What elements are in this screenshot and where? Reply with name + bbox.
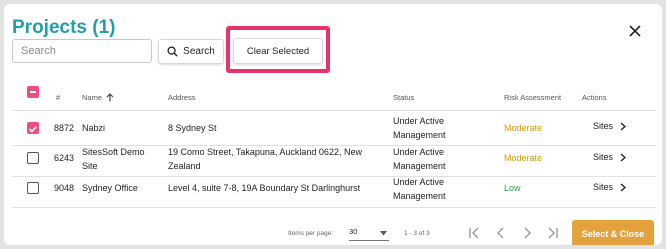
row-name: Sydney Office: [82, 183, 138, 193]
row-status-line: Under Active: [393, 116, 445, 126]
row-risk-badge: Moderate: [504, 153, 543, 163]
next-page-icon[interactable]: [520, 226, 534, 240]
close-icon: [629, 25, 641, 37]
row-risk-badge: Low: [504, 183, 521, 193]
items-per-page-select[interactable]: 30: [349, 227, 389, 241]
row-name-line: SitesSoft Demo: [82, 147, 145, 157]
row-status-line: Management: [393, 191, 446, 201]
row-checkbox[interactable]: [27, 152, 39, 164]
row-status: Under Active Management: [393, 175, 446, 203]
search-button[interactable]: Search: [158, 39, 224, 64]
search-button-label: Search: [183, 46, 215, 57]
row-status-line: Management: [393, 130, 446, 140]
row-sites-link[interactable]: Sites: [593, 182, 627, 192]
row-name: SitesSoft Demo Site: [82, 145, 145, 173]
items-per-page-label: Items per page:: [288, 230, 334, 237]
close-button[interactable]: [624, 20, 646, 42]
header-number: #: [56, 93, 61, 102]
row-address: 19 Como Street, Takapuna, Auckland 0622,…: [168, 145, 362, 173]
row-address: Level 4, suite 7-8, 19A Boundary St Darl…: [168, 183, 361, 193]
row-address-line: Zealand: [168, 161, 201, 171]
row-number: 8872: [54, 123, 75, 133]
row-sites-label: Sites: [593, 182, 614, 192]
search-icon: [167, 46, 178, 57]
select-and-close-button[interactable]: Select & Close: [572, 220, 654, 245]
row-status-line: Management: [393, 161, 446, 171]
row-status: Under Active Management: [393, 145, 446, 173]
chevron-right-icon: [620, 121, 627, 131]
last-page-icon[interactable]: [546, 226, 560, 240]
row-status-line: Under Active: [393, 147, 445, 157]
first-page-icon[interactable]: [467, 226, 481, 240]
row-risk-badge: Moderate: [504, 123, 543, 133]
row-sites-link[interactable]: Sites: [593, 152, 627, 162]
row-sites-link[interactable]: Sites: [593, 121, 627, 131]
row-status-line: Under Active: [393, 177, 445, 187]
row-number: 6243: [54, 153, 75, 163]
row-divider: [12, 176, 656, 177]
row-checkbox[interactable]: [27, 182, 39, 194]
row-sites-label: Sites: [593, 121, 614, 131]
row-sites-label: Sites: [593, 152, 614, 162]
header-risk-assessment: Risk Assessment: [504, 93, 562, 102]
clear-selected-button[interactable]: Clear Selected: [233, 38, 323, 64]
table-bottom-divider: [12, 207, 656, 208]
row-name: Nabzi: [82, 123, 106, 133]
dropdown-arrow-icon: [380, 231, 387, 236]
header-actions: Actions: [582, 93, 607, 102]
search-input[interactable]: [12, 39, 152, 63]
chevron-right-icon: [620, 152, 627, 162]
chevron-right-icon: [620, 182, 627, 192]
header-name-label: Name: [82, 93, 103, 102]
pagination-range: 1 - 3 of 3: [404, 230, 430, 237]
select-all-checkbox[interactable]: [27, 86, 39, 98]
row-address-line: 19 Como Street, Takapuna, Auckland 0622,…: [168, 147, 362, 157]
previous-page-icon[interactable]: [494, 226, 508, 240]
row-address: 8 Sydney St: [168, 123, 217, 133]
dialog-title: Projects (1): [12, 17, 116, 38]
check-icon: [28, 125, 38, 133]
row-status: Under Active Management: [393, 114, 446, 142]
header-divider: [12, 110, 656, 111]
row-checkbox[interactable]: [27, 122, 39, 134]
row-number: 9048: [54, 183, 75, 193]
sort-ascending-icon: [106, 93, 114, 102]
header-name[interactable]: Name: [82, 93, 114, 102]
projects-dialog: Projects (1) Search Clear Selected # Nam…: [4, 4, 662, 245]
items-per-page-value: 30: [349, 227, 358, 236]
row-name-line: Site: [82, 161, 98, 171]
header-address: Address: [168, 93, 196, 102]
header-status: Status: [393, 93, 415, 102]
